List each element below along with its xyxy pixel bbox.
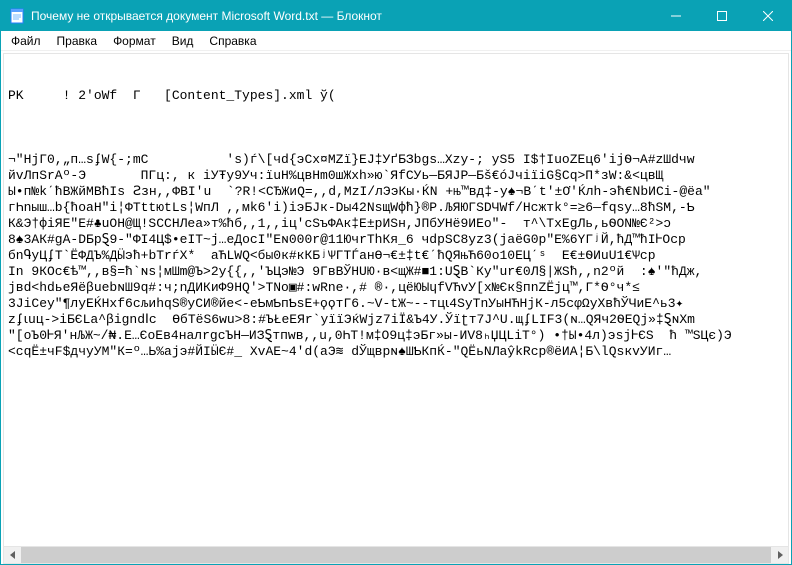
scroll-left-button[interactable]: [4, 547, 21, 563]
notepad-window: Почему не открывается документ Microsoft…: [0, 0, 792, 565]
client-area: PK   ! 2'oWf Г  [Content_Types].…: [1, 51, 791, 564]
close-button[interactable]: [745, 1, 791, 31]
text-area[interactable]: PK   ! 2'oWf Г  [Content_Types].…: [3, 53, 789, 547]
menu-format[interactable]: Формат: [105, 32, 164, 50]
text-line-1: PK   ! 2'oWf Г  [Content_Types].…: [8, 88, 784, 104]
menubar: Файл Правка Формат Вид Справка: [1, 31, 791, 51]
minimize-button[interactable]: [653, 1, 699, 31]
menu-help[interactable]: Справка: [201, 32, 264, 50]
scroll-right-button[interactable]: [771, 547, 788, 563]
menu-file[interactable]: Файл: [5, 32, 49, 50]
text-body: ¬"HjГ0,„п…ѕʄW{-;mС 's)ѓ\[чd{эСх¤МZï}EJ…: [8, 152, 784, 360]
window-buttons: [653, 1, 791, 31]
titlebar[interactable]: Почему не открывается документ Microsoft…: [1, 1, 791, 31]
scroll-track[interactable]: [21, 547, 771, 563]
scroll-thumb[interactable]: [21, 547, 771, 563]
horizontal-scrollbar[interactable]: [3, 547, 789, 564]
menu-edit[interactable]: Правка: [49, 32, 106, 50]
maximize-button[interactable]: [699, 1, 745, 31]
window-title: Почему не открывается документ Microsoft…: [31, 9, 653, 23]
menu-view[interactable]: Вид: [164, 32, 202, 50]
notepad-icon: [9, 8, 25, 24]
